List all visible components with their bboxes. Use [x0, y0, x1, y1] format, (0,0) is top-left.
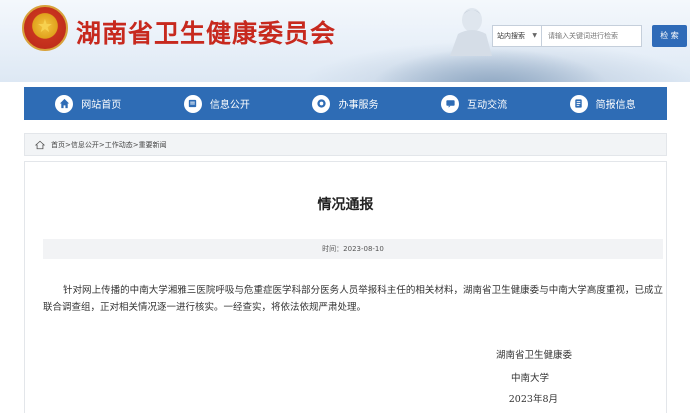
site-title[interactable]: 湖南省卫生健康委员会	[76, 14, 336, 50]
home-icon[interactable]	[35, 140, 45, 150]
nav-item-interaction[interactable]: 互动交流	[441, 94, 507, 113]
signature-date: 2023年8月	[508, 394, 558, 405]
nav-item-home[interactable]: 网站首页	[55, 94, 121, 113]
site-search: 站内搜索 ▼ 检 索	[492, 25, 687, 47]
service-icon	[312, 94, 331, 113]
briefing-icon	[569, 94, 588, 113]
nav-item-service[interactable]: 办事服务	[312, 94, 378, 113]
chat-icon	[441, 94, 460, 113]
national-emblem-logo[interactable]: ★	[22, 5, 68, 51]
chevron-down-icon: ▼	[532, 32, 537, 39]
article-body: 针对网上传播的中南大学湘雅三医院呼吸与危重症医学科部分医务人员举报科主任的相关材…	[43, 285, 663, 313]
article-panel: 情况通报 时间：2023-08-10 针对网上传播的中南大学湘雅三医院呼吸与危重…	[24, 161, 667, 413]
info-icon	[183, 94, 202, 113]
home-icon	[55, 94, 74, 113]
article-title: 情况通报	[317, 197, 374, 213]
article-date: 时间：2023-08-10	[43, 239, 663, 259]
signature-university: 中南大学	[510, 373, 549, 384]
search-scope-select[interactable]: 站内搜索 ▼	[492, 25, 542, 47]
signature-health-commission: 湖南省卫生健康委	[495, 350, 572, 361]
site-header: ★ 湖南省卫生健康委员会 站内搜索 ▼ 检 索	[0, 0, 690, 82]
nav-item-briefing[interactable]: 简报信息	[569, 94, 636, 113]
search-input[interactable]	[542, 25, 642, 47]
search-button[interactable]: 检 索	[652, 25, 687, 47]
main-nav: 网站首页 信息公开 办事服务 互动交流 简报信息	[24, 87, 667, 120]
breadcrumb: 首页>信息公开>工作动态>重要新闻	[24, 133, 667, 156]
breadcrumb-path[interactable]: 首页>信息公开>工作动态>重要新闻	[51, 140, 167, 150]
nav-item-info[interactable]: 信息公开	[183, 94, 250, 113]
